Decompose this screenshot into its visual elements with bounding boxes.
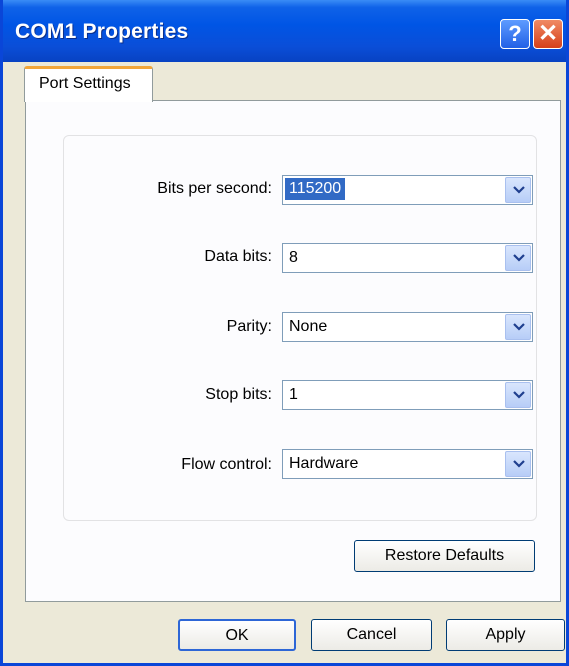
data-bits-label: Data bits: xyxy=(204,248,272,265)
parity-label: Parity: xyxy=(226,318,272,335)
apply-button[interactable]: Apply xyxy=(446,619,565,651)
help-icon: ? xyxy=(508,21,522,46)
help-button[interactable]: ? xyxy=(500,19,530,49)
parity-select[interactable]: None xyxy=(282,312,533,342)
data-bits-select[interactable]: 8 xyxy=(282,243,533,273)
flow-control-label: Flow control: xyxy=(181,456,272,473)
data-bits-value: 8 xyxy=(289,249,298,266)
ok-button[interactable]: OK xyxy=(178,619,296,651)
bits-per-second-value: 115200 xyxy=(285,178,346,200)
cancel-label: Cancel xyxy=(346,626,397,643)
flow-control-value: Hardware xyxy=(289,455,359,472)
chevron-down-icon xyxy=(513,391,525,399)
dropdown-button[interactable] xyxy=(505,382,531,408)
cancel-button[interactable]: Cancel xyxy=(311,619,432,651)
tab-label: Port Settings xyxy=(39,75,131,92)
dropdown-button[interactable] xyxy=(505,451,531,477)
port-settings-panel: Bits per second: 115200 Data bits: 8 Par… xyxy=(25,100,561,602)
restore-defaults-label: Restore Defaults xyxy=(384,547,505,564)
stop-bits-label: Stop bits: xyxy=(205,386,272,403)
chevron-down-icon xyxy=(513,323,525,331)
properties-dialog: COM1 Properties ? ✕ Port Settings Bits p… xyxy=(0,0,569,666)
bits-per-second-select[interactable]: 115200 xyxy=(282,175,533,205)
close-icon: ✕ xyxy=(537,20,559,47)
ok-label: OK xyxy=(225,627,249,644)
stop-bits-select[interactable]: 1 xyxy=(282,380,533,410)
restore-defaults-button[interactable]: Restore Defaults xyxy=(354,540,535,572)
dropdown-button[interactable] xyxy=(505,177,531,203)
chevron-down-icon xyxy=(513,186,525,194)
window-title: COM1 Properties xyxy=(15,20,189,43)
chevron-down-icon xyxy=(513,460,525,468)
title-bar[interactable]: COM1 Properties ? ✕ xyxy=(3,0,566,62)
tab-port-settings[interactable]: Port Settings xyxy=(24,66,153,102)
settings-group: Bits per second: 115200 Data bits: 8 Par… xyxy=(63,135,537,521)
apply-label: Apply xyxy=(485,626,526,643)
parity-value: None xyxy=(289,318,328,335)
stop-bits-value: 1 xyxy=(289,386,298,403)
close-button[interactable]: ✕ xyxy=(533,19,563,49)
chevron-down-icon xyxy=(513,254,525,262)
bits-per-second-label: Bits per second: xyxy=(157,180,272,197)
dropdown-button[interactable] xyxy=(505,245,531,271)
flow-control-select[interactable]: Hardware xyxy=(282,449,533,479)
dropdown-button[interactable] xyxy=(505,314,531,340)
